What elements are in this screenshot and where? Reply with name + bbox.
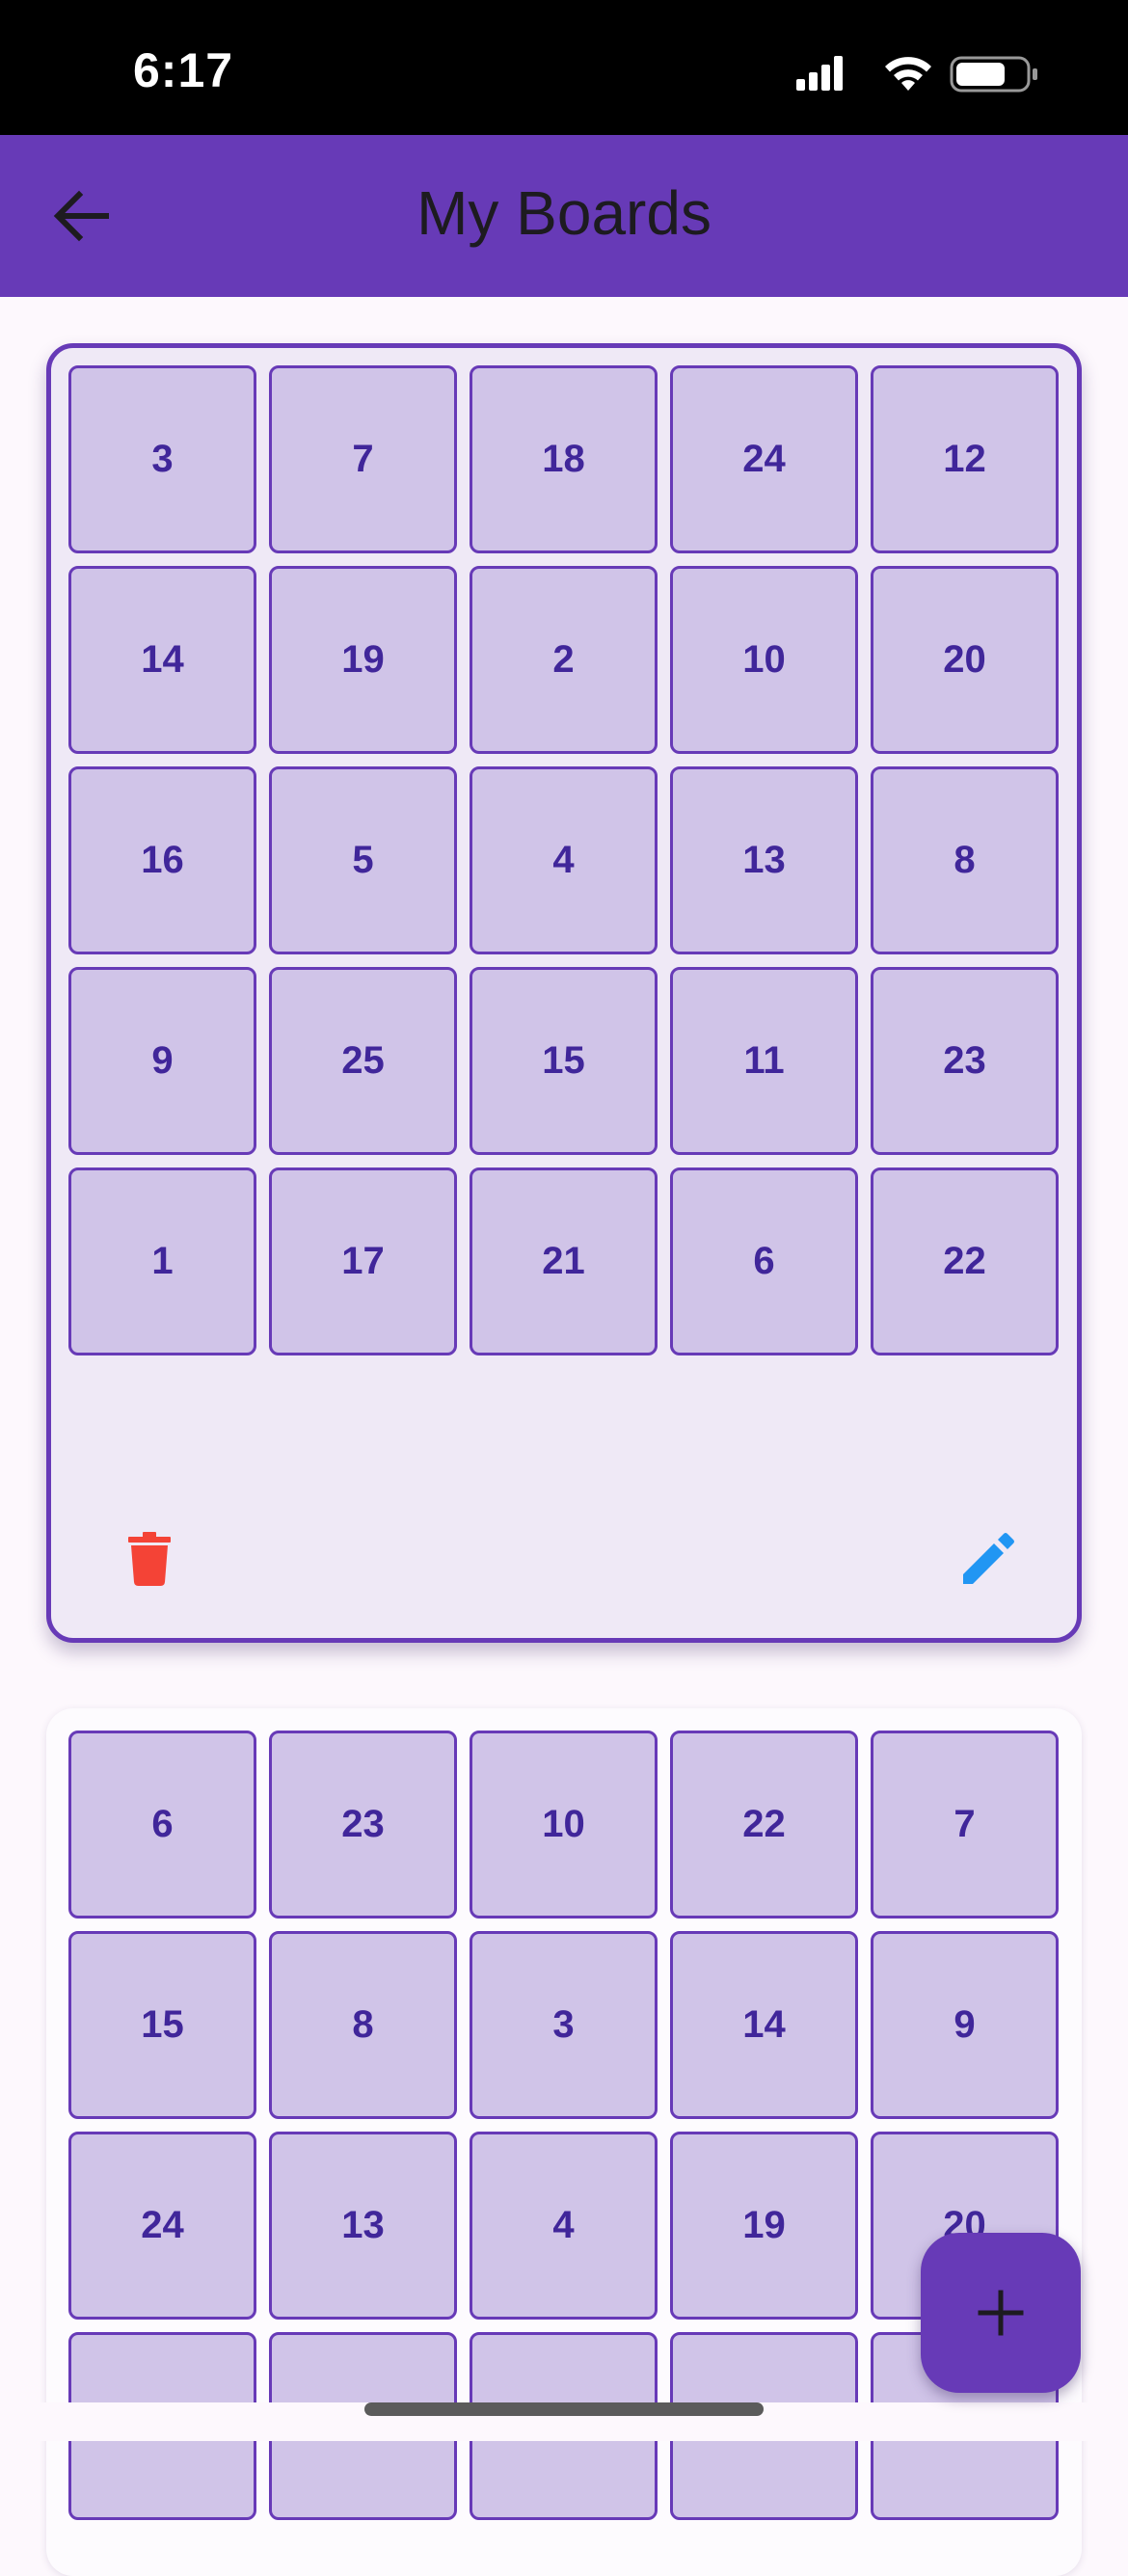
board-card[interactable]: 3 7 18 24 12 14 19 2 10 20 16 5 4 13 8 9… (46, 343, 1082, 1643)
board-grid: 3 7 18 24 12 14 19 2 10 20 16 5 4 13 8 9… (68, 365, 1059, 1355)
board-cell[interactable]: 22 (871, 1167, 1059, 1355)
board-cell[interactable]: 4 (470, 766, 658, 954)
board-cell[interactable]: 17 (269, 1167, 457, 1355)
board-cell[interactable]: 11 (670, 967, 858, 1155)
board-cell[interactable]: 24 (68, 2132, 256, 2320)
board-cell[interactable]: 25 (269, 967, 457, 1155)
board-cell[interactable]: 13 (670, 766, 858, 954)
board-cell[interactable]: 1 (68, 1167, 256, 1355)
board-cell[interactable]: 6 (670, 1167, 858, 1355)
board-cell[interactable]: 15 (68, 1931, 256, 2119)
board-cell[interactable]: 14 (68, 566, 256, 754)
board-cell[interactable]: 10 (670, 566, 858, 754)
app-bar: My Boards (0, 135, 1128, 297)
wifi-icon (885, 57, 931, 91)
board-cell[interactable]: 6 (68, 1731, 256, 1919)
status-time: 6:17 (133, 43, 234, 97)
home-indicator (364, 2402, 764, 2416)
board-cell[interactable]: 24 (670, 365, 858, 553)
battery-icon (950, 56, 1037, 93)
delete-board-button[interactable] (111, 1520, 188, 1597)
board-cell[interactable]: 2 (470, 566, 658, 754)
board-cell[interactable]: 22 (670, 1731, 858, 1919)
trash-icon (128, 1532, 171, 1586)
board-cell[interactable]: 7 (269, 365, 457, 553)
board-cell[interactable]: 5 (269, 766, 457, 954)
pencil-icon (963, 1533, 1014, 1584)
board-cell[interactable]: 19 (670, 2132, 858, 2320)
board-cell[interactable]: 7 (871, 1731, 1059, 1919)
board-cell[interactable]: 9 (871, 1931, 1059, 2119)
board-card[interactable]: 6 23 10 22 7 15 8 3 14 9 24 13 4 19 20 (46, 1708, 1082, 2576)
board-cell[interactable]: 9 (68, 967, 256, 1155)
board-cell[interactable]: 12 (871, 365, 1059, 553)
signal-icon (796, 56, 843, 91)
add-board-button[interactable] (921, 2233, 1081, 2393)
board-cell[interactable]: 23 (871, 967, 1059, 1155)
board-cell[interactable]: 15 (470, 967, 658, 1155)
board-cell[interactable]: 10 (470, 1731, 658, 1919)
board-cell[interactable]: 8 (871, 766, 1059, 954)
board-cell[interactable]: 13 (269, 2132, 457, 2320)
board-cell[interactable]: 4 (470, 2132, 658, 2320)
board-cell[interactable]: 21 (470, 1167, 658, 1355)
plus-icon (978, 2290, 1024, 2336)
status-bar: 6:17 (0, 0, 1128, 135)
board-cell[interactable]: 18 (470, 365, 658, 553)
board-cell[interactable]: 3 (470, 1931, 658, 2119)
board-cell[interactable]: 23 (269, 1731, 457, 1919)
board-cell[interactable]: 19 (269, 566, 457, 754)
board-cell[interactable]: 3 (68, 365, 256, 553)
board-cell[interactable]: 16 (68, 766, 256, 954)
board-cell[interactable]: 20 (871, 566, 1059, 754)
board-cell[interactable]: 14 (670, 1931, 858, 2119)
status-icons (796, 54, 1047, 93)
page-title: My Boards (416, 178, 712, 248)
board-cell[interactable]: 8 (269, 1931, 457, 2119)
edit-board-button[interactable] (950, 1520, 1027, 1597)
